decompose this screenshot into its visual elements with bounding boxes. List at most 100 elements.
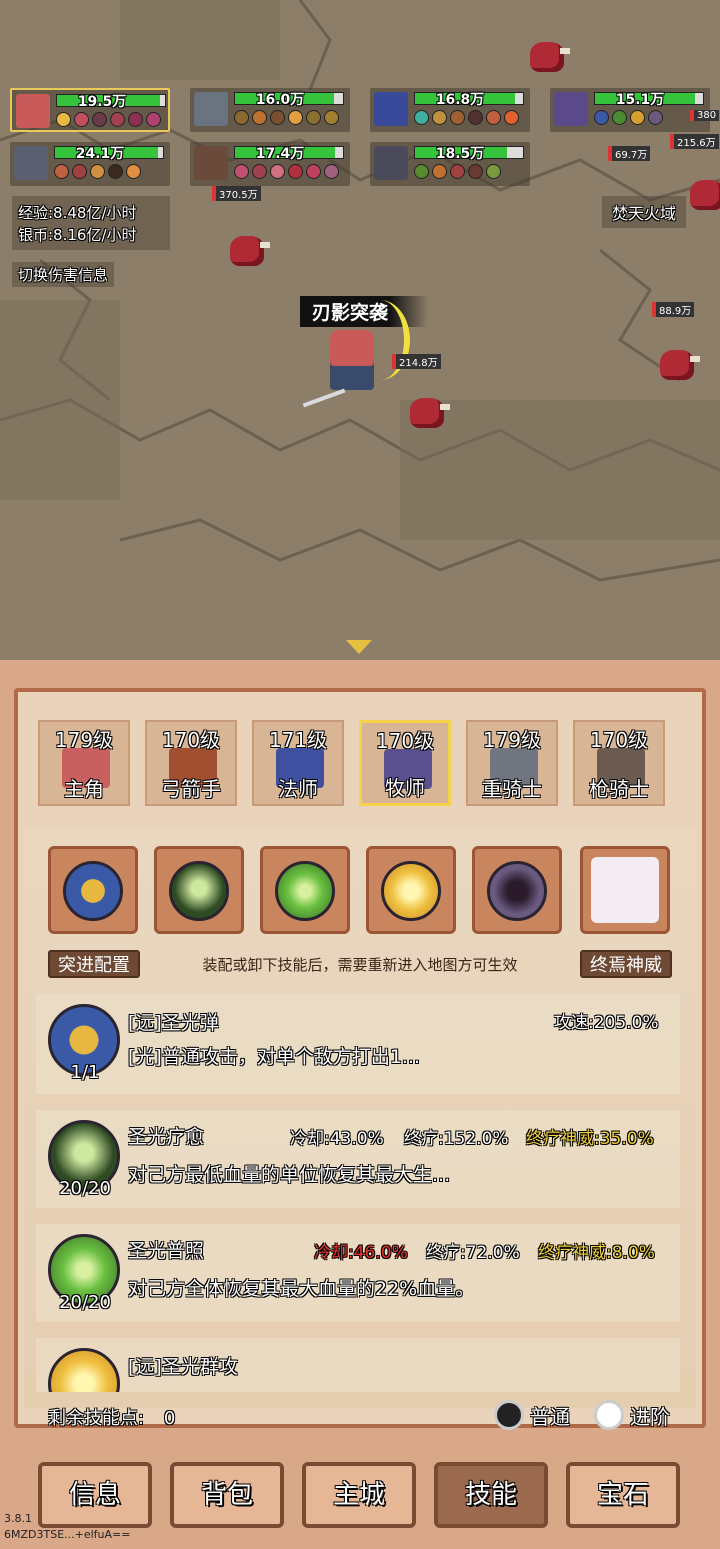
toggle-damage-info-button[interactable]: 切换伤害信息 bbox=[12, 262, 115, 287]
party-member-1[interactable]: 19.5万 bbox=[10, 88, 170, 132]
income-panel: 经验:8.48亿/小时 银币:8.16亿/小时 bbox=[12, 196, 170, 250]
nav-gems-button[interactable]: 宝石 bbox=[566, 1462, 680, 1528]
hp-bar: 19.5万 bbox=[56, 94, 166, 110]
damage-number: 380 bbox=[690, 110, 720, 121]
damage-number: 215.6万 bbox=[670, 134, 719, 149]
skill-title: [远]圣光群攻 bbox=[128, 1356, 238, 1378]
hero-level: 170级 bbox=[589, 728, 649, 752]
mode-advanced-radio[interactable]: 进阶 bbox=[594, 1400, 670, 1430]
party-member-5[interactable]: 24.1万 bbox=[10, 142, 170, 186]
nav-bag-button[interactable]: 背包 bbox=[170, 1462, 284, 1528]
hero-level: 179级 bbox=[54, 728, 114, 752]
skill-item-holy-radiance[interactable]: 20/20 圣光普照 冷却:46.0% 终疗:72.0% 终疗神威:8.0% 对… bbox=[36, 1224, 680, 1322]
skill-desc: [光]普通攻击，对单个敌方打出1... bbox=[128, 1046, 421, 1068]
skill-stat-cooldown: 冷却:46.0% bbox=[314, 1243, 408, 1263]
skill-slot-5[interactable] bbox=[472, 846, 562, 934]
hero-card-mage[interactable]: 171级 法师 bbox=[252, 720, 344, 806]
hp-bar: 16.8万 bbox=[414, 92, 524, 108]
hero-level: 170级 bbox=[161, 728, 221, 752]
avatar bbox=[194, 146, 228, 180]
equip-notice: 装配或卸下技能后，需要重新进入地图方可生效 bbox=[202, 956, 518, 974]
skill-dots bbox=[594, 110, 663, 125]
hero-level: 179级 bbox=[482, 728, 542, 752]
skill-dots bbox=[234, 110, 339, 125]
enemy-monster[interactable] bbox=[690, 180, 720, 210]
battle-map[interactable]: 19.5万 16.0万 16.8万 15.1万 24.1万 17.4万 18.5… bbox=[0, 0, 720, 690]
hero-name: 牧师 bbox=[385, 776, 425, 800]
enemy-monster[interactable] bbox=[230, 236, 270, 266]
skill-dots bbox=[56, 112, 161, 127]
hp-bar: 24.1万 bbox=[54, 146, 164, 162]
hero-card-priest[interactable]: 170级 牧师 bbox=[359, 720, 451, 806]
holy-radiance-icon bbox=[275, 861, 335, 921]
skill-desc: 对己方全体恢复其最大血量的22%血量。 bbox=[128, 1278, 475, 1300]
client-code: 6MZD3TSE...+elfuA== bbox=[4, 1528, 131, 1541]
hero-card-heavy-knight[interactable]: 179级 重骑士 bbox=[466, 720, 558, 806]
skill-stat-heal: 终疗:152.0% bbox=[404, 1129, 509, 1149]
zone-name: 焚天火域 bbox=[602, 196, 687, 228]
skill-count: 20/20 bbox=[59, 1178, 111, 1199]
hero-card-main[interactable]: 179级 主角 bbox=[38, 720, 130, 806]
skill-slot-4[interactable] bbox=[366, 846, 456, 934]
skill-title: 圣光疗愈 bbox=[128, 1126, 205, 1148]
hp-bar: 18.5万 bbox=[414, 146, 524, 162]
dash-config-button[interactable]: 突进配置 bbox=[48, 950, 140, 978]
skill-item-holy-heal[interactable]: 20/20 圣光疗愈 冷却:43.0% 终疗:152.0% 终疗神威:35.0%… bbox=[36, 1110, 680, 1208]
version-label: 3.8.1 bbox=[4, 1512, 32, 1525]
hp-bar: 16.0万 bbox=[234, 92, 344, 108]
hero-name: 重骑士 bbox=[482, 777, 542, 801]
skill-slot-1[interactable] bbox=[48, 846, 138, 934]
hp-bar: 17.4万 bbox=[234, 146, 344, 162]
radio-selected-icon bbox=[494, 1400, 524, 1430]
avatar bbox=[194, 92, 228, 126]
skill-stat: 攻速:205.0% bbox=[554, 1013, 659, 1033]
party-member-7[interactable]: 18.5万 bbox=[370, 142, 530, 186]
skill-points-label: 剩余技能点: bbox=[48, 1408, 145, 1429]
radio-unselected-icon bbox=[594, 1400, 624, 1430]
hero-name: 枪骑士 bbox=[589, 777, 649, 801]
party-member-3[interactable]: 16.8万 bbox=[370, 88, 530, 132]
avatar bbox=[14, 146, 48, 180]
skill-dots bbox=[414, 110, 519, 125]
skill-points: 剩余技能点: 0 bbox=[48, 1404, 175, 1430]
skill-dots bbox=[54, 164, 141, 179]
hero-card-archer[interactable]: 170级 弓箭手 bbox=[145, 720, 237, 806]
enemy-monster[interactable] bbox=[410, 398, 450, 428]
skill-dots bbox=[414, 164, 501, 179]
skill-stat-ultimate-heal: 终疗神威:8.0% bbox=[538, 1243, 655, 1263]
avatar bbox=[16, 94, 50, 128]
mode-advanced-label: 进阶 bbox=[630, 1404, 670, 1429]
marker-icon bbox=[346, 640, 372, 654]
skill-dots bbox=[234, 164, 339, 179]
skill-count: 20/20 bbox=[59, 1292, 111, 1313]
party-member-4[interactable]: 15.1万 bbox=[550, 88, 710, 132]
holy-burst-icon bbox=[381, 861, 441, 921]
skill-item-holy-bolt[interactable]: 1/1 [远]圣光弹 攻速:205.0% [光]普通攻击，对单个敌方打出1... bbox=[36, 994, 680, 1094]
skill-count: 1/1 bbox=[70, 1062, 100, 1083]
enemy-monster[interactable] bbox=[530, 42, 570, 72]
enemy-monster[interactable] bbox=[660, 350, 700, 380]
party-member-2[interactable]: 16.0万 bbox=[190, 88, 350, 132]
dark-tome-icon bbox=[487, 861, 547, 921]
hero-name: 弓箭手 bbox=[161, 777, 221, 801]
skill-slot-6-empty[interactable] bbox=[580, 846, 670, 934]
holy-heal-icon bbox=[169, 861, 229, 921]
hero-card-lancer[interactable]: 170级 枪骑士 bbox=[573, 720, 665, 806]
skill-slot-3[interactable] bbox=[260, 846, 350, 934]
hero-name: 法师 bbox=[278, 777, 318, 801]
damage-number: 214.8万 bbox=[392, 354, 441, 369]
exp-rate: 经验:8.48亿/小时 bbox=[18, 204, 137, 222]
party-member-6[interactable]: 17.4万 bbox=[190, 142, 350, 186]
nav-info-button[interactable]: 信息 bbox=[38, 1462, 152, 1528]
skill-stat-heal: 终疗:72.0% bbox=[426, 1243, 520, 1263]
avatar bbox=[554, 92, 588, 126]
nav-skills-button[interactable]: 技能 bbox=[434, 1462, 548, 1528]
ultimate-button[interactable]: 终焉神威 bbox=[580, 950, 672, 978]
nav-city-button[interactable]: 主城 bbox=[302, 1462, 416, 1528]
mode-normal-label: 普通 bbox=[530, 1404, 570, 1429]
mode-normal-radio[interactable]: 普通 bbox=[494, 1400, 570, 1430]
skill-stat-ultimate-heal: 终疗神威:35.0% bbox=[526, 1129, 654, 1149]
skill-slot-2[interactable] bbox=[154, 846, 244, 934]
skill-item-holy-group[interactable]: [远]圣光群攻 bbox=[36, 1338, 680, 1392]
damage-number: 69.7万 bbox=[608, 146, 651, 161]
